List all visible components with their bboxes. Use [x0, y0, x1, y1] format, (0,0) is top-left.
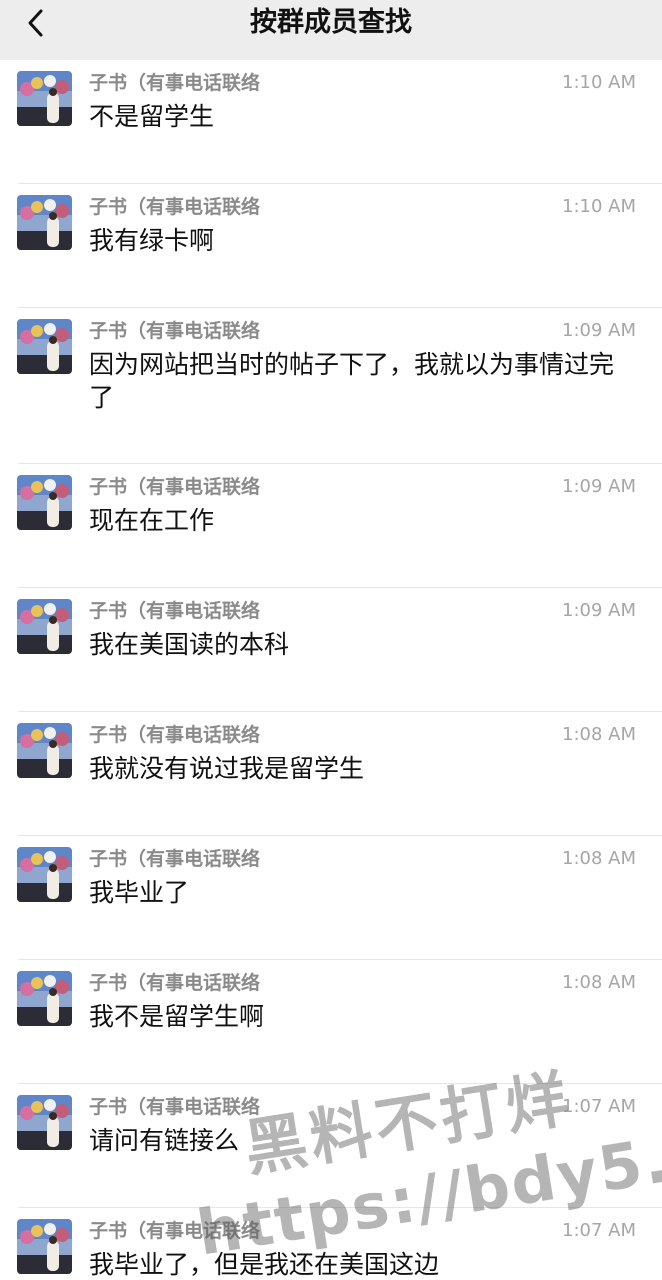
sender-name: 子书（有事电话联络: [89, 196, 261, 218]
sender-name: 子书（有事电话联络: [89, 320, 261, 342]
avatar[interactable]: [17, 1095, 72, 1150]
sender-name: 子书（有事电话联络: [89, 600, 261, 622]
avatar[interactable]: [17, 599, 72, 654]
sender-name: 子书（有事电话联络: [89, 1096, 261, 1118]
message-row[interactable]: 子书（有事电话联络 1:08 AM 我就没有说过我是留学生: [0, 712, 662, 836]
message-time: 1:07 AM: [562, 1220, 636, 1241]
message-time: 1:07 AM: [562, 1096, 636, 1117]
message-text: 我毕业了，但是我还在美国这边: [89, 1250, 440, 1279]
message-time: 1:08 AM: [562, 848, 636, 869]
message-text: 请问有链接么: [89, 1126, 240, 1155]
message-text: 我不是留学生啊: [89, 1002, 265, 1031]
avatar[interactable]: [17, 195, 72, 250]
message-row[interactable]: 子书（有事电话联络 1:08 AM 我毕业了: [0, 836, 662, 960]
message-time: 1:10 AM: [562, 196, 636, 217]
avatar[interactable]: [17, 971, 72, 1026]
message-text: 因为网站把当时的帖子下了，我就以为事情过完了: [89, 350, 615, 412]
message-time: 1:09 AM: [562, 476, 636, 497]
message-text: 我就没有说过我是留学生: [89, 754, 365, 783]
avatar[interactable]: [17, 723, 72, 778]
message-time: 1:09 AM: [562, 320, 636, 341]
message-row[interactable]: 子书（有事电话联络 1:09 AM 因为网站把当时的帖子下了，我就以为事情过完了: [0, 308, 662, 464]
message-row[interactable]: 子书（有事电话联络 1:09 AM 我在美国读的本科: [0, 588, 662, 712]
message-time: 1:08 AM: [562, 972, 636, 993]
sender-name: 子书（有事电话联络: [89, 972, 261, 994]
message-time: 1:09 AM: [562, 600, 636, 621]
avatar[interactable]: [17, 319, 72, 374]
page-title: 按群成员查找: [250, 7, 412, 38]
message-time: 1:10 AM: [562, 72, 636, 93]
avatar[interactable]: [17, 71, 72, 126]
message-text: 现在在工作: [89, 506, 215, 535]
message-row[interactable]: 子书（有事电话联络 1:08 AM 我不是留学生啊: [0, 960, 662, 1084]
message-row[interactable]: 子书（有事电话联络 1:07 AM 请问有链接么: [0, 1084, 662, 1208]
sender-name: 子书（有事电话联络: [89, 848, 261, 870]
sender-name: 子书（有事电话联络: [89, 724, 261, 746]
search-by-member-screen: 按群成员查找 子书（有事电话联络 1:10 AM 不是留学生 子书（有事电话联络…: [0, 0, 662, 1280]
avatar[interactable]: [17, 1219, 72, 1274]
sender-name: 子书（有事电话联络: [89, 1220, 261, 1242]
message-time: 1:08 AM: [562, 724, 636, 745]
message-text: 不是留学生: [89, 102, 215, 131]
message-row[interactable]: 子书（有事电话联络 1:09 AM 现在在工作: [0, 464, 662, 588]
message-row[interactable]: 子书（有事电话联络 1:10 AM 不是留学生: [0, 60, 662, 184]
message-text: 我有绿卡啊: [89, 226, 215, 255]
message-row[interactable]: 子书（有事电话联络 1:07 AM 我毕业了，但是我还在美国这边: [0, 1208, 662, 1280]
avatar[interactable]: [17, 847, 72, 902]
navigation-bar: 按群成员查找: [0, 0, 662, 60]
message-text: 我在美国读的本科: [89, 630, 290, 659]
sender-name: 子书（有事电话联络: [89, 72, 261, 94]
message-row[interactable]: 子书（有事电话联络 1:10 AM 我有绿卡啊: [0, 184, 662, 308]
sender-name: 子书（有事电话联络: [89, 476, 261, 498]
message-list: 子书（有事电话联络 1:10 AM 不是留学生 子书（有事电话联络 1:10 A…: [0, 60, 662, 1280]
message-text: 我毕业了: [89, 878, 190, 907]
avatar[interactable]: [17, 475, 72, 530]
